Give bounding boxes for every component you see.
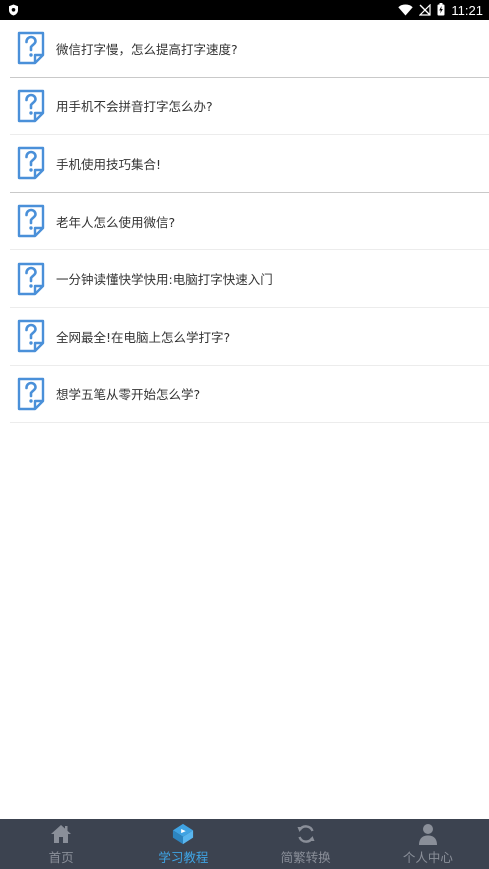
nav-tutorial-label: 学习教程 [158, 849, 209, 865]
list-item-label: 一分钟读懂快学快用:电脑打字快速入门 [56, 272, 273, 288]
list-item[interactable]: 全网最全!在电脑上怎么学打字? [10, 308, 489, 366]
list-item[interactable]: 手机使用技巧集合! [10, 135, 489, 193]
list-item[interactable]: 用手机不会拼音打字怎么办? [10, 78, 489, 136]
tutorial-icon [172, 823, 194, 845]
list-item-label: 全网最全!在电脑上怎么学打字? [56, 329, 231, 345]
question-doc-icon [16, 262, 46, 296]
question-doc-icon [16, 204, 46, 238]
question-doc-icon [16, 319, 46, 353]
convert-icon [295, 823, 317, 845]
question-doc-icon [16, 31, 46, 65]
nav-convert-label: 简繁转换 [280, 849, 331, 865]
question-doc-icon [16, 146, 46, 180]
nav-home[interactable]: 首页 [0, 819, 122, 869]
list-item[interactable]: 想学五笔从零开始怎么学? [10, 366, 489, 424]
status-bar: 11:21 [0, 0, 489, 20]
home-icon [50, 823, 72, 845]
battery-charging-icon [437, 1, 445, 20]
list-item[interactable]: 微信打字慢，怎么提高打字速度? [10, 20, 489, 78]
tutorial-list: 微信打字慢，怎么提高打字速度? 用手机不会拼音打字怎么办? 手机使用技巧集合! 老年人… [0, 20, 489, 424]
list-item-label: 老年人怎么使用微信? [56, 214, 176, 230]
list-item-label: 用手机不会拼音打字怎么办? [56, 99, 213, 115]
nav-home-label: 首页 [48, 849, 74, 865]
list-item[interactable]: 老年人怎么使用微信? [10, 193, 489, 251]
wifi-icon [398, 1, 414, 20]
nav-profile-label: 个人中心 [402, 849, 453, 865]
list-item-label: 手机使用技巧集合! [56, 156, 162, 172]
no-signal-icon [418, 1, 432, 20]
shield-icon [8, 1, 19, 20]
nav-convert[interactable]: 简繁转换 [245, 819, 367, 869]
list-item-label: 微信打字慢，怎么提高打字速度? [56, 41, 238, 57]
bottom-nav: 首页 学习教程 简繁转换 个人中心 [0, 819, 489, 869]
list-item[interactable]: 一分钟读懂快学快用:电脑打字快速入门 [10, 250, 489, 308]
question-doc-icon [16, 89, 46, 123]
user-icon [417, 823, 439, 845]
nav-tutorial[interactable]: 学习教程 [122, 819, 244, 869]
nav-profile[interactable]: 个人中心 [367, 819, 489, 869]
list-item-label: 想学五笔从零开始怎么学? [56, 387, 201, 403]
status-time: 11:21 [451, 2, 483, 18]
question-doc-icon [16, 377, 46, 411]
